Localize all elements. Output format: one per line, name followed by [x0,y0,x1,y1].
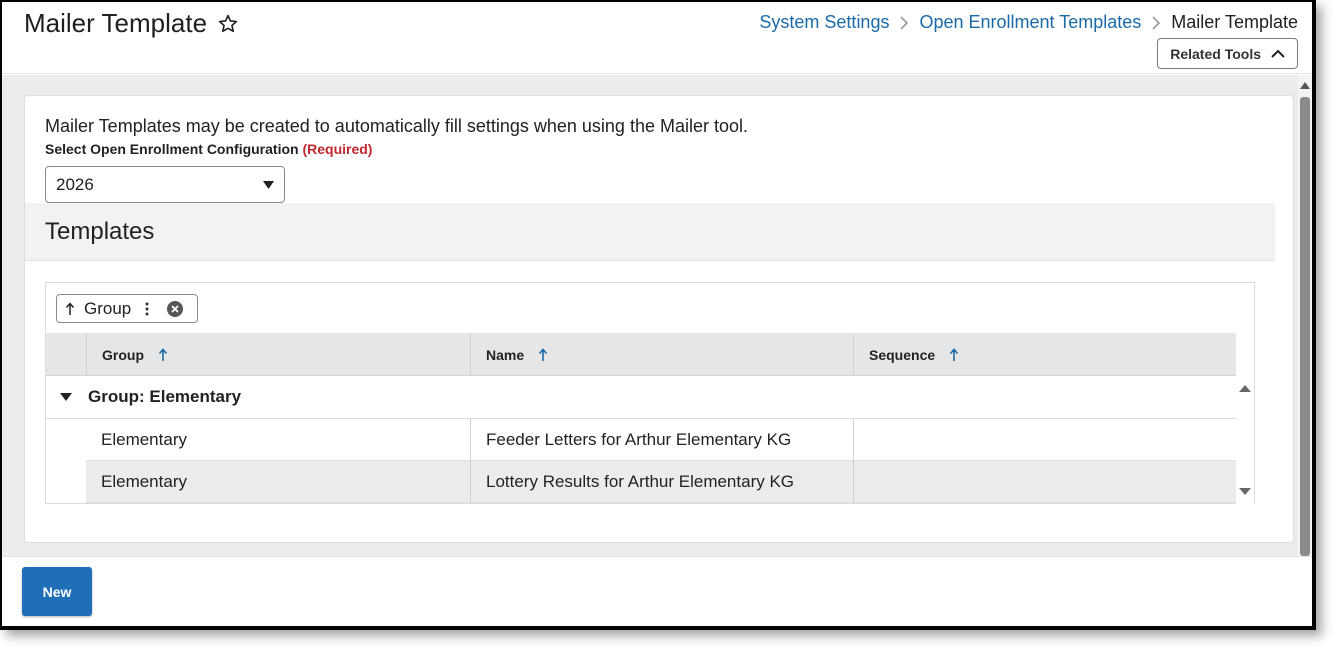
grid-scrollbar[interactable] [1236,376,1254,504]
page-scrollbar[interactable] [1298,75,1312,556]
column-header-sequence[interactable]: Sequence [853,333,1236,376]
new-button[interactable]: New [22,567,92,616]
page-title: Mailer Template [24,8,239,39]
group-chip-label: Group [84,298,132,318]
scroll-up-icon[interactable] [1239,384,1251,392]
table-row[interactable]: Elementary Feeder Letters for Arthur Ele… [86,419,1236,461]
action-bar: New [2,556,1312,626]
cell-name: Lottery Results for Arthur Elementary KG [470,461,853,503]
header-scroll-spacer [1236,333,1254,376]
group-row-label: Group: Elementary [88,387,242,406]
templates-card: Mailer Templates may be created to autom… [24,95,1294,543]
group-row-elementary[interactable]: Group: Elementary [46,376,1236,419]
kebab-menu-icon[interactable] [145,302,149,316]
templates-grid: Group Group Name Sequence Group: Element… [45,282,1255,504]
app-window: Mailer Template System Settings Open Enr… [0,0,1316,630]
close-circle-icon[interactable] [167,300,184,317]
sort-arrow-up-icon [158,347,168,361]
related-tools-label: Related Tools [1170,45,1261,62]
grid-header-row: Group Name Sequence [46,333,1254,376]
group-by-chip[interactable]: Group [56,294,198,323]
table-row[interactable]: Elementary Lottery Results for Arthur El… [86,461,1236,503]
related-tools-button[interactable]: Related Tools [1157,38,1298,69]
config-select-value: 2026 [56,174,94,194]
scroll-up-icon[interactable] [1300,81,1310,89]
breadcrumb-current: Mailer Template [1171,12,1298,32]
sort-arrow-up-icon [539,347,548,361]
required-indicator: (Required) [302,141,373,157]
arrow-up-icon [65,301,75,315]
page-title-text: Mailer Template [24,8,208,38]
cell-sequence [853,461,1236,503]
chevron-up-icon [1271,49,1285,58]
column-header-label: Name [486,346,525,363]
templates-section-header: Templates [25,203,1275,261]
star-icon[interactable] [217,13,239,35]
column-header-name[interactable]: Name [470,333,853,376]
cell-sequence [853,419,1236,461]
column-header-group[interactable]: Group [86,333,470,376]
cell-group: Elementary [101,430,187,449]
config-select[interactable]: 2026 [45,166,285,203]
page-header: Mailer Template System Settings Open Enr… [2,2,1312,74]
config-label-text: Select Open Enrollment Configuration [45,141,299,157]
sort-arrow-up-icon [950,347,959,361]
column-header-label: Group [102,346,144,363]
breadcrumb-system-settings[interactable]: System Settings [759,12,889,33]
config-field-label: Select Open Enrollment Configuration (Re… [45,141,372,157]
caret-down-icon [263,181,274,189]
cell-group: Elementary [101,472,187,491]
breadcrumb-open-enrollment-templates[interactable]: Open Enrollment Templates [919,12,1141,33]
expand-caret-icon[interactable] [60,392,72,402]
cell-name: Feeder Letters for Arthur Elementary KG [470,419,853,461]
scroll-down-icon[interactable] [1239,488,1251,496]
scroll-thumb[interactable] [1300,97,1310,556]
chevron-right-icon [1152,15,1161,30]
breadcrumb: System Settings Open Enrollment Template… [759,12,1298,33]
column-header-label: Sequence [869,346,936,363]
section-title: Templates [45,218,155,245]
chevron-right-icon [900,15,909,30]
intro-text: Mailer Templates may be created to autom… [45,116,749,136]
